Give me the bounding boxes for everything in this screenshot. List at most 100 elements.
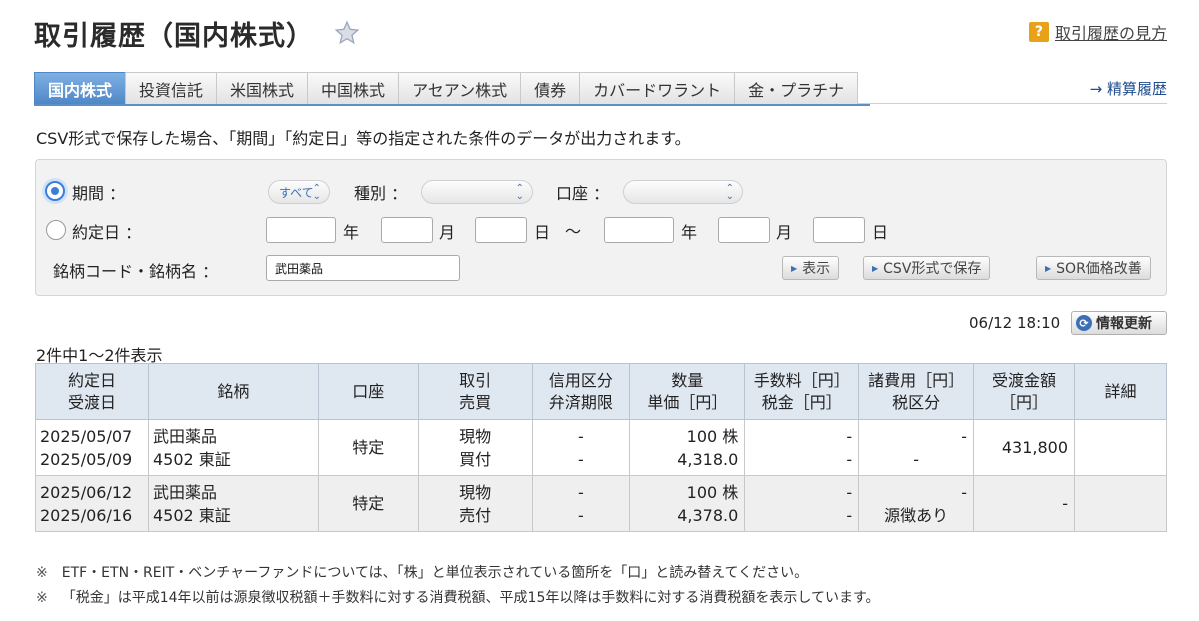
header-detail: 詳細 — [1074, 363, 1167, 420]
csv-save-button[interactable]: ▶ CSV形式で保存 — [863, 256, 991, 280]
sor-button-label: SOR価格改善 — [1056, 261, 1142, 277]
tab-bonds[interactable]: 債券 — [520, 72, 581, 104]
footnote-text: ETF・ETN・REIT・ベンチャーファンドについては、「株」と単位表示されてい… — [61, 565, 809, 581]
trade-history-table: 約定日 受渡日 銘柄 口座 取引 売買 信用区分 弁済期限 数量 単価［円］ 手数料［円… — [35, 363, 1167, 532]
cell-margin-due: -- — [531, 419, 631, 476]
cell-qty-price: 100 株 4,378.0 — [629, 475, 746, 532]
header-security: 銘柄 — [147, 363, 319, 420]
header-trade-settle-date: 約定日 受渡日 — [35, 363, 149, 420]
from-month-input[interactable] — [381, 217, 433, 243]
header-trade-side: 取引 売買 — [417, 363, 533, 420]
footnote-mark: ※ — [36, 565, 48, 581]
year-label: 年 — [343, 223, 360, 242]
tab-us-stocks[interactable]: 米国株式 — [216, 72, 309, 104]
day-label: 日 — [872, 223, 889, 242]
radio-icon[interactable] — [46, 220, 66, 240]
cell-amount: - — [973, 475, 1076, 532]
month-label: 月 — [776, 223, 793, 242]
csv-notice: CSV形式で保存した場合、「期間」「約定日」等の指定された条件のデータが出力され… — [36, 129, 691, 148]
to-month-input[interactable] — [718, 217, 770, 243]
refresh-icon: ⟳ — [1076, 315, 1092, 331]
csv-save-button-label: CSV形式で保存 — [883, 261, 982, 277]
cell-account: 特定 — [317, 419, 419, 476]
cell-detail[interactable] — [1074, 419, 1167, 476]
trade-date-row: 約定日 ： 年 月 日 〜 年 月 日 — [36, 215, 1166, 245]
header-qty-price: 数量 単価［円］ — [629, 363, 746, 420]
tab-asean-stocks[interactable]: アセアン株式 — [398, 72, 522, 104]
period-label: 期間 ： — [72, 184, 126, 203]
market-tabs: 国内株式 投資信託 米国株式 中国株式 アセアン株式 債券 カバードワラント 金… — [34, 72, 870, 106]
header-account: 口座 — [317, 363, 419, 420]
play-triangle-icon: ▶ — [872, 263, 879, 273]
header-settlement-amount: 受渡金額 ［円］ — [973, 363, 1076, 420]
table-row: 2025/06/12 2025/06/16 武田薬品 4502 東証 特定 現物 売付… — [35, 475, 1167, 532]
cell-trade-side: 現物 売付 — [417, 475, 533, 532]
play-triangle-icon: ▶ — [1045, 263, 1052, 273]
help-link-group[interactable]: ? 取引履歴の見方 — [1028, 20, 1167, 44]
cell-security: 武田薬品 4502 東証 — [147, 419, 319, 476]
footnote-tax: ※ 「税金」は平成14年以前は源泉徴収税額＋手数料に対する消費税額、平成15年以降… — [36, 587, 880, 607]
footnote-mark: ※ — [36, 590, 48, 606]
tab-investment-trusts[interactable]: 投資信託 — [125, 72, 218, 104]
cell-qty-price: 100 株 4,318.0 — [629, 419, 746, 476]
refresh-button[interactable]: ⟳ 情報更新 — [1071, 311, 1167, 335]
tab-domestic-stocks[interactable]: 国内株式 — [34, 72, 127, 104]
from-year-input[interactable] — [266, 217, 336, 243]
table-row: 2025/05/07 2025/05/09 武田薬品 4502 東証 特定 現物 買付… — [35, 419, 1167, 476]
symbol-input[interactable]: 武田薬品 — [266, 255, 460, 281]
page-title: 取引履歴（国内株式） — [34, 21, 314, 52]
header-expenses-taxcat: 諸費用［円］ 税区分 — [858, 363, 975, 420]
period-row: 期間 ： すべて ⌃ ⌄ 種別 ： ⌃ ⌄ 口座 ： ⌃ ⌄ — [36, 176, 1166, 206]
play-triangle-icon: ▶ — [791, 263, 798, 273]
to-year-input[interactable] — [604, 217, 674, 243]
footnote-etf: ※ ETF・ETN・REIT・ベンチャーファンドについては、「株」と単位表示されて… — [36, 562, 808, 582]
star-icon[interactable] — [334, 20, 360, 46]
chevron-updown-icon: ⌃ ⌄ — [312, 183, 321, 202]
to-day-input[interactable] — [813, 217, 865, 243]
cell-margin-due: -- — [531, 475, 631, 532]
account-select[interactable]: ⌃ ⌄ — [623, 180, 743, 204]
account-label: 口座 ： — [556, 184, 610, 203]
cell-detail[interactable] — [1074, 475, 1167, 532]
settlement-history-link[interactable]: → 精算履歴 — [1090, 78, 1167, 99]
cell-dates: 2025/05/07 2025/05/09 — [35, 419, 149, 476]
header-margin-due: 信用区分 弁済期限 — [531, 363, 631, 420]
show-button-label: 表示 — [802, 261, 831, 277]
tab-china-stocks[interactable]: 中国株式 — [307, 72, 400, 104]
cell-account: 特定 — [317, 475, 419, 532]
show-button[interactable]: ▶ 表示 — [782, 256, 840, 280]
cell-amount: 431,800 — [973, 419, 1076, 476]
chevron-updown-icon: ⌃ ⌄ — [515, 183, 524, 202]
trade-date-label: 約定日 ： — [72, 223, 142, 242]
cell-fee-tax: -- — [744, 419, 860, 476]
tab-covered-warrants[interactable]: カバードワラント — [579, 72, 736, 104]
table-header-row: 約定日 受渡日 銘柄 口座 取引 売買 信用区分 弁済期限 数量 単価［円］ 手数料［円… — [35, 363, 1167, 420]
refresh-timestamp: 06/12 18:10 — [969, 314, 1061, 332]
type-label: 種別 ： — [354, 184, 408, 203]
period-select-value: すべて — [279, 185, 314, 200]
radio-checked-icon[interactable] — [45, 181, 65, 201]
cell-fee-tax: -- — [744, 475, 860, 532]
cell-trade-side: 現物 買付 — [417, 419, 533, 476]
type-select[interactable]: ⌃ ⌄ — [421, 180, 533, 204]
help-icon: ? — [1028, 22, 1049, 42]
help-link[interactable]: 取引履歴の見方 — [1055, 20, 1167, 44]
cell-dates: 2025/06/12 2025/06/16 — [35, 475, 149, 532]
header-fee-tax: 手数料［円］ 税金［円］ — [744, 363, 860, 420]
symbol-row: 銘柄コード・銘柄名 ： 武田薬品 ▶ 表示 ▶ CSV形式で保存 ▶ SOR価格… — [36, 254, 1166, 284]
tab-gold-platinum[interactable]: 金・プラチナ — [734, 72, 859, 104]
cell-security: 武田薬品 4502 東証 — [147, 475, 319, 532]
from-day-input[interactable] — [475, 217, 527, 243]
month-label: 月 — [439, 223, 456, 242]
range-tilde: 〜 — [565, 222, 582, 241]
footnote-text: 「税金」は平成14年以前は源泉徴収税額＋手数料に対する消費税額、平成15年以降は… — [61, 590, 880, 606]
year-label: 年 — [681, 223, 698, 242]
chevron-updown-icon: ⌃ ⌄ — [725, 183, 734, 202]
symbol-label: 銘柄コード・銘柄名 ： — [53, 262, 219, 281]
period-select[interactable]: すべて ⌃ ⌄ — [268, 180, 330, 204]
sor-button[interactable]: ▶ SOR価格改善 — [1036, 256, 1151, 280]
day-label: 日 — [534, 223, 551, 242]
cell-expenses-taxcat: -- — [858, 419, 975, 476]
filter-panel: 期間 ： すべて ⌃ ⌄ 種別 ： ⌃ ⌄ 口座 ： ⌃ ⌄ 約定日 ： 年 月 日 … — [35, 159, 1167, 296]
cell-expenses-taxcat: - 源徴あり — [858, 475, 975, 532]
